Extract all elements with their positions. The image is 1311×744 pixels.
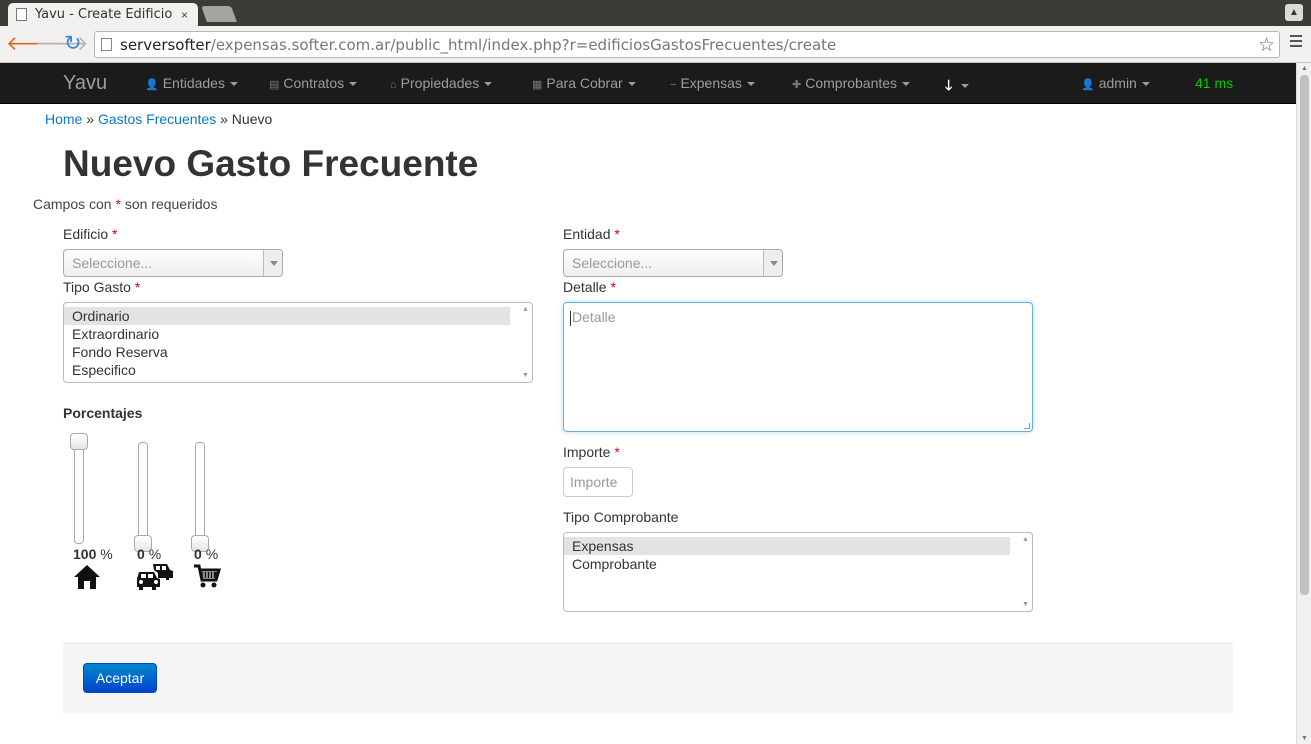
- caret-down-icon: [902, 82, 911, 87]
- breadcrumb-separator: »: [86, 111, 95, 127]
- caret-down-icon: [627, 82, 636, 87]
- percentage-value: 0 %: [194, 546, 219, 562]
- aceptar-button[interactable]: Aceptar: [83, 663, 157, 693]
- required-fields-note: Campos con * son requeridos: [33, 196, 218, 212]
- slider-track: [74, 442, 84, 544]
- new-tab-button[interactable]: [201, 6, 237, 22]
- detalle-label: Detalle *: [563, 279, 616, 295]
- edificio-label: Edificio *: [63, 226, 118, 242]
- entidad-label: Entidad *: [563, 226, 620, 242]
- listbox-scrollbar[interactable]: ▲ ▼: [519, 303, 532, 382]
- nav-expensas[interactable]: − Expensas: [670, 75, 755, 91]
- nav-comprobantes[interactable]: ✚ Comprobantes: [792, 75, 911, 91]
- brand-logo[interactable]: Yavu: [63, 72, 107, 95]
- slider-track: [138, 442, 148, 544]
- tab-title: Yavu - Create Edificio: [35, 7, 173, 22]
- percentage-value: 100 %: [73, 546, 113, 562]
- breadcrumb: Home » Gastos Frecuentes » Nuevo: [45, 111, 272, 127]
- percentage-value: 0 %: [137, 546, 162, 562]
- breadcrumb-gastos-frecuentes[interactable]: Gastos Frecuentes: [98, 111, 216, 127]
- caret-down-icon: [349, 82, 358, 87]
- chevron-down-icon: [763, 250, 782, 276]
- window-control-icon[interactable]: ▲: [1285, 4, 1303, 21]
- percentage-slider[interactable]: [191, 442, 209, 552]
- house-icon: [74, 565, 100, 589]
- page-viewport: Yavu 👤 Entidades ▤ Contratos ⌂ Propiedades …: [0, 63, 1296, 744]
- tipo-comprobante-label: Tipo Comprobante: [563, 509, 679, 525]
- nav-para-cobrar[interactable]: ▦ Para Cobrar: [532, 75, 636, 91]
- browser-tab[interactable]: Yavu - Create Edificio ×: [8, 3, 198, 26]
- caret-down-icon: [961, 84, 970, 89]
- address-bar[interactable]: serversofter/expensas.softer.com.ar/publ…: [94, 31, 1280, 58]
- shopping-cart-icon: [194, 564, 221, 588]
- nav-entidades[interactable]: 👤 Entidades: [145, 75, 238, 91]
- page-scrollbar[interactable]: ▲ ▼: [1296, 63, 1311, 744]
- top-navbar: Yavu 👤 Entidades ▤ Contratos ⌂ Propiedades …: [0, 63, 1296, 104]
- render-timing: 41 ms: [1195, 75, 1234, 91]
- browser-menu-icon[interactable]: [1290, 35, 1302, 50]
- reload-icon[interactable]: ↻: [64, 32, 82, 56]
- list-option[interactable]: Ordinario: [64, 307, 510, 325]
- page-icon: [16, 8, 27, 21]
- plus-icon: ✚: [792, 79, 802, 91]
- page-icon: [101, 38, 112, 51]
- scroll-up-icon[interactable]: ▲: [1301, 65, 1308, 72]
- breadcrumb-home[interactable]: Home: [45, 111, 82, 127]
- browser-toolbar: 🡐 🡒 ↻ serversofter/expensas.softer.com.a…: [0, 26, 1311, 63]
- caret-down-icon: [1141, 82, 1150, 87]
- edificio-select[interactable]: Seleccione...: [63, 249, 283, 277]
- breadcrumb-current: Nuevo: [231, 111, 273, 127]
- scrollbar-thumb[interactable]: [1300, 75, 1309, 595]
- listbox-scrollbar[interactable]: ▲ ▼: [1019, 533, 1032, 611]
- porcentajes-label: Porcentajes: [63, 405, 143, 421]
- user-icon: 👤: [145, 79, 159, 91]
- list-option[interactable]: Especifico: [64, 361, 510, 379]
- list-option[interactable]: Expensas: [564, 537, 1010, 555]
- user-icon: 👤: [1081, 79, 1095, 91]
- url-text: serversofter/expensas.softer.com.ar/publ…: [120, 35, 837, 54]
- nav-download[interactable]: 🡓: [945, 75, 970, 99]
- list-option[interactable]: Fondo Reserva: [64, 343, 510, 361]
- caret-down-icon: [229, 82, 238, 87]
- resize-grip-icon[interactable]: [1024, 423, 1030, 429]
- file-icon: ▤: [269, 79, 280, 91]
- bookmark-star-icon[interactable]: ☆: [1258, 34, 1275, 57]
- form-actions: Aceptar: [63, 643, 1233, 713]
- cars-icon: [137, 564, 173, 590]
- nav-contratos[interactable]: ▤ Contratos: [269, 75, 358, 91]
- tipo-gasto-listbox[interactable]: Ordinario Extraordinario Fondo Reserva E…: [63, 302, 533, 383]
- nav-user-menu[interactable]: 👤 admin: [1081, 75, 1150, 91]
- nav-propiedades[interactable]: ⌂ Propiedades: [390, 75, 493, 91]
- list-icon: ▦: [532, 79, 543, 91]
- text-cursor: [570, 310, 571, 326]
- percentage-slider[interactable]: [70, 433, 88, 544]
- percentage-slider[interactable]: [134, 442, 152, 552]
- tipo-gasto-label: Tipo Gasto *: [63, 279, 141, 295]
- list-option[interactable]: Extraordinario: [64, 325, 510, 343]
- scroll-down-icon[interactable]: ▼: [1301, 735, 1308, 742]
- browser-tab-bar: Yavu - Create Edificio × ▲: [0, 0, 1311, 26]
- arrow-down-icon: 🡓: [945, 77, 953, 93]
- caret-down-icon: [484, 82, 493, 87]
- slider-track: [195, 442, 205, 544]
- home-icon: ⌂: [390, 79, 397, 91]
- detalle-textarea[interactable]: Detalle: [563, 302, 1033, 432]
- tipo-comprobante-listbox[interactable]: Expensas Comprobante ▲ ▼: [563, 532, 1033, 612]
- caret-down-icon: [746, 82, 755, 87]
- entidad-select[interactable]: Seleccione...: [563, 249, 783, 277]
- list-option[interactable]: Comprobante: [564, 555, 1010, 573]
- slider-handle[interactable]: [70, 433, 88, 450]
- importe-label: Importe *: [563, 444, 620, 460]
- tab-close-icon[interactable]: ×: [181, 8, 188, 22]
- breadcrumb-separator: »: [220, 111, 228, 127]
- page-title: Nuevo Gasto Frecuente: [63, 143, 479, 184]
- chevron-down-icon: [263, 250, 282, 276]
- importe-input[interactable]: Importe: [563, 467, 633, 497]
- minus-icon: −: [670, 79, 677, 91]
